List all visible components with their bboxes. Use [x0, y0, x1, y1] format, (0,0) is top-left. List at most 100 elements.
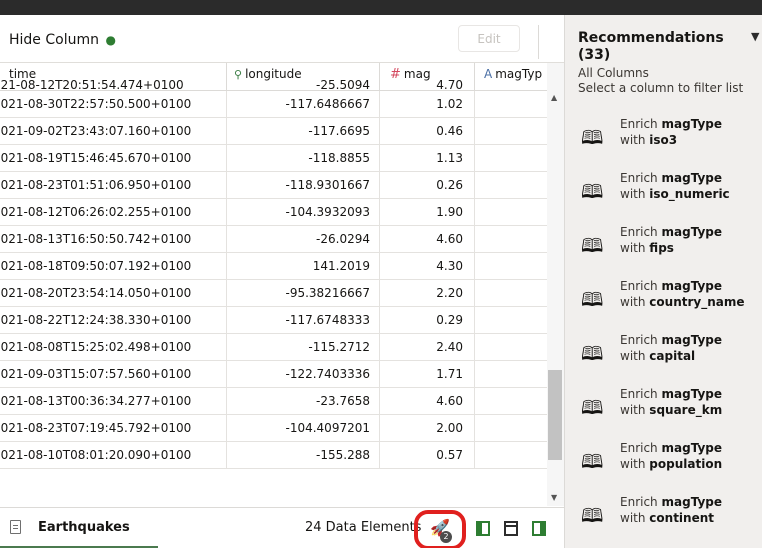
book-icon: 🕮 — [581, 127, 604, 149]
cell-magtype — [474, 226, 547, 252]
column-divider — [474, 145, 475, 172]
column-divider — [474, 307, 475, 334]
book-icon: 🕮 — [581, 505, 604, 527]
column-divider — [226, 280, 227, 307]
data-preview-panel: Hide Column ● Edit time 021-08-12T20:51:… — [0, 15, 564, 548]
column-divider — [474, 388, 475, 415]
tab-earthquakes[interactable]: Earthquakes — [0, 508, 158, 548]
cell-longitude: -118.9301667 — [285, 178, 371, 192]
data-elements-count: 24 Data Elements — [305, 520, 422, 535]
column-divider — [474, 334, 475, 361]
recommendation-subtitle: with iso3 — [620, 133, 677, 147]
column-header-label: mag — [403, 67, 431, 81]
table-row[interactable]: 2021-08-22T12:24:38.330+0100 -117.6748333… — [0, 307, 547, 334]
recommendation-item[interactable]: 🕮 Enrich magType with continent — [565, 490, 762, 542]
number-icon: # — [390, 67, 401, 82]
left-pane-toggle-icon[interactable] — [476, 521, 490, 536]
recommendation-item[interactable]: 🕮 Enrich magType with capital — [565, 328, 762, 380]
scrollbar-thumb[interactable] — [548, 370, 562, 460]
vertical-scrollbar[interactable]: ▲ ▼ — [547, 63, 564, 506]
recommendation-title: Enrich magType — [620, 117, 722, 131]
table-row[interactable]: 2021-09-03T15:07:57.560+0100 -122.7403336… — [0, 361, 547, 388]
recommendation-target: capital — [649, 349, 696, 363]
column-header-label: magTyp — [495, 67, 543, 81]
table-row[interactable]: 2021-08-08T15:25:02.498+0100 -115.2712 2.4… — [0, 334, 547, 361]
recommendation-column: magType — [661, 495, 723, 509]
cell-longitude: -23.7658 — [316, 394, 370, 408]
table-row[interactable]: 2021-08-18T09:50:07.192+0100 141.2019 4.30 — [0, 253, 547, 280]
recommendation-item[interactable]: 🕮 Enrich magType with square_km — [565, 382, 762, 434]
cell-magtype — [474, 334, 547, 360]
recommendation-with: with — [620, 133, 646, 147]
cell-longitude: -117.6486667 — [285, 97, 371, 111]
edit-button[interactable]: Edit — [458, 25, 520, 52]
recommendation-column: magType — [661, 225, 723, 239]
table-row[interactable]: 2021-09-02T23:43:07.160+0100 -117.6695 0.4… — [0, 118, 547, 145]
cell-mag: 2.40 — [436, 340, 463, 354]
column-divider — [226, 334, 227, 361]
table-row[interactable]: 2021-08-23T01:51:06.950+0100 -118.9301667… — [0, 172, 547, 199]
column-divider — [379, 280, 380, 307]
column-divider — [379, 442, 380, 469]
column-header-time[interactable]: time 021-08-12T20:51:54.474+0100 — [0, 63, 226, 92]
cell-longitude: -115.2712 — [308, 340, 370, 354]
recommendation-title: Enrich magType — [620, 225, 722, 239]
recommendation-item[interactable]: 🕮 Enrich magType with fips — [565, 220, 762, 272]
recommendation-title: Enrich magType — [620, 171, 722, 185]
hide-column-button[interactable]: Hide Column ● — [9, 32, 116, 48]
recommendation-item[interactable]: 🕮 Enrich magType with population — [565, 436, 762, 488]
column-divider — [474, 253, 475, 280]
cell-mag: 0.26 — [436, 178, 463, 192]
column-divider — [379, 334, 380, 361]
cell-magtype — [474, 307, 547, 333]
column-filter-label[interactable]: All Columns — [578, 66, 649, 80]
grid-rows: 2021-08-30T22:57:50.500+0100 -117.6486667… — [0, 91, 547, 469]
table-row[interactable]: 2021-08-12T06:26:02.255+0100 -104.3932093… — [0, 199, 547, 226]
table-row[interactable]: 2021-08-20T23:54:14.050+0100 -95.38216667… — [0, 280, 547, 307]
cell-time: 2021-08-10T08:01:20.090+0100 — [0, 448, 192, 462]
cell-magtype — [474, 145, 547, 171]
recommendation-item[interactable]: 🕮 Enrich magType with iso_numeric — [565, 166, 762, 218]
column-divider — [379, 307, 380, 334]
table-row[interactable]: 2021-08-13T00:36:34.277+0100 -23.7658 4.60 — [0, 388, 547, 415]
cell-time: 2021-08-12T06:26:02.255+0100 — [0, 205, 192, 219]
scroll-down-icon[interactable]: ▼ — [551, 493, 557, 502]
right-pane-toggle-icon[interactable] — [532, 521, 546, 536]
recommendation-item[interactable]: 🕮 Enrich magType with country_name — [565, 274, 762, 326]
top-pane-toggle-icon[interactable] — [504, 521, 518, 536]
table-row[interactable]: 2021-08-19T15:46:45.670+0100 -118.8855 1.1… — [0, 145, 547, 172]
column-header-longitude[interactable]: ⚲ longitude -25.5094 — [227, 63, 379, 92]
recommendation-title: Enrich magType — [620, 441, 722, 455]
column-header-magtype[interactable]: AmagTyp — [475, 63, 547, 91]
column-divider — [474, 442, 475, 469]
recommendation-subtitle: with iso_numeric — [620, 187, 730, 201]
text-icon: A — [484, 67, 493, 81]
cell-longitude: -104.4097201 — [285, 421, 371, 435]
table-row[interactable]: 2021-08-30T22:57:50.500+0100 -117.6486667… — [0, 91, 547, 118]
table-row[interactable]: 2021-08-23T07:19:45.792+0100 -104.4097201… — [0, 415, 547, 442]
chevron-down-icon[interactable]: ▼ — [751, 30, 759, 43]
column-divider — [474, 118, 475, 145]
recommendation-target: iso3 — [649, 133, 678, 147]
status-dot-icon: ● — [105, 33, 116, 47]
table-row[interactable]: 2021-08-13T16:50:50.742+0100 -26.0294 4.60 — [0, 226, 547, 253]
column-divider — [379, 118, 380, 145]
cell-time: 2021-09-03T15:07:57.560+0100 — [0, 367, 192, 381]
cell-time: 2021-08-23T01:51:06.950+0100 — [0, 178, 192, 192]
recommendation-with: with — [620, 295, 646, 309]
cell-longitude: -95.38216667 — [285, 286, 371, 300]
table-row[interactable]: 2021-08-10T08:01:20.090+0100 -155.288 0.57 — [0, 442, 547, 469]
filter-hint: Select a column to filter list — [578, 81, 744, 95]
column-header-mag[interactable]: # mag 4.70 — [380, 63, 474, 92]
cell-time: 2021-08-08T15:25:02.498+0100 — [0, 340, 192, 354]
recommendations-badge: 2 — [440, 531, 452, 543]
book-icon: 🕮 — [581, 181, 604, 203]
scroll-up-icon[interactable]: ▲ — [551, 93, 557, 102]
recommendation-target: country_name — [649, 295, 745, 309]
column-divider — [379, 253, 380, 280]
cell-mag: 0.57 — [436, 448, 463, 462]
cell-mag: 0.46 — [436, 124, 463, 138]
column-divider — [379, 388, 380, 415]
cell-mag: 1.13 — [436, 151, 463, 165]
recommendation-item[interactable]: 🕮 Enrich magType with iso3 — [565, 112, 762, 164]
